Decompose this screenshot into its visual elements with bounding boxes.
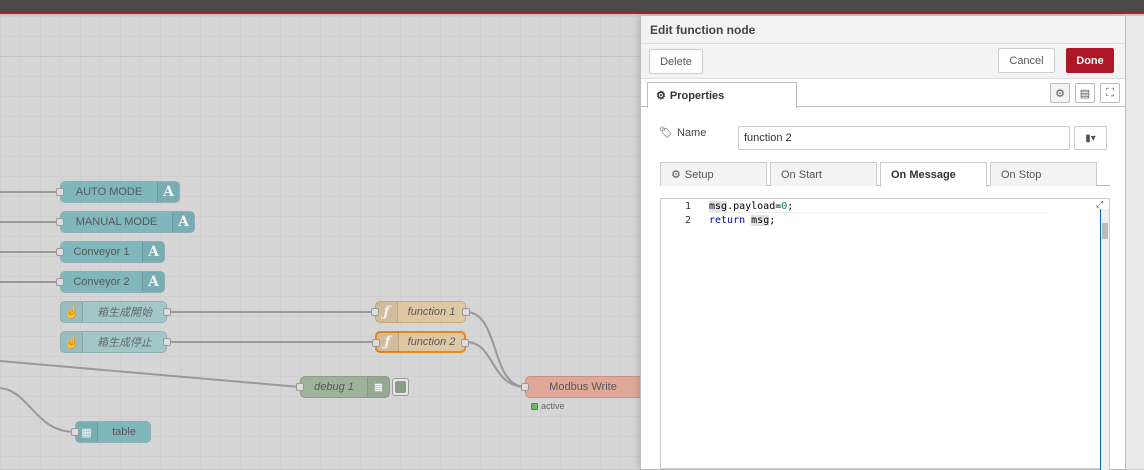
node-label: table	[112, 426, 136, 438]
node-function-2[interactable]: ƒ function 2	[372, 331, 469, 353]
name-field[interactable]: function 2	[738, 126, 1070, 150]
panel-button-bar: Delete Cancel Done	[641, 44, 1125, 79]
text-icon: A	[172, 212, 194, 232]
tab-label: On Start	[781, 168, 822, 181]
line-number: 2	[684, 215, 691, 226]
table-icon: ▦	[76, 422, 98, 442]
node-label: function 2	[407, 336, 456, 348]
input-port[interactable]	[296, 383, 304, 391]
node-function-1[interactable]: ƒ function 1	[371, 301, 470, 323]
scroll-thumb[interactable]	[1102, 223, 1108, 239]
node-label: debug 1	[314, 381, 354, 393]
node-inject-stop[interactable]: ☝ 箱生成停止	[60, 331, 171, 353]
book-icon: ▮▾	[1085, 132, 1096, 144]
node-label: 箱生成開始	[97, 307, 152, 319]
list-icon: ≣	[367, 377, 389, 397]
tab-label: On Stop	[1001, 168, 1042, 181]
modbus-status: active	[531, 401, 565, 411]
name-menu-button[interactable]: ▮▾	[1074, 126, 1107, 150]
top-bar	[0, 0, 1144, 14]
debug-toggle-button[interactable]	[392, 378, 409, 396]
input-port[interactable]	[56, 218, 64, 226]
tag-icon: 🏷	[659, 127, 673, 139]
panel-tabbar: ⚙ Properties ⚙ ▤ ⛶	[641, 82, 1126, 108]
status-dot-icon	[531, 402, 538, 410]
appearance-button[interactable]: ⛶	[1100, 83, 1120, 103]
tab-setup[interactable]: ⚙ Setup	[660, 162, 767, 186]
node-manual-mode[interactable]: MANUAL MODE A	[56, 211, 195, 233]
tab-on-message[interactable]: On Message	[880, 162, 987, 187]
editor-scrollbar[interactable]	[1100, 209, 1109, 470]
input-port[interactable]	[56, 248, 64, 256]
node-debug-1[interactable]: debug 1 ≣	[296, 376, 390, 398]
node-inject-start[interactable]: ☝ 箱生成開始	[60, 301, 171, 323]
tab-label: Properties	[669, 89, 725, 102]
code-line-2[interactable]: return msg;	[709, 215, 775, 226]
node-table[interactable]: ▦ table	[71, 421, 151, 443]
flow-workspace[interactable]: AUTO MODE A MANUAL MODE A Conveyor 1 A C…	[0, 16, 640, 469]
node-conveyor-1[interactable]: Conveyor 1 A	[56, 241, 165, 263]
hand-icon[interactable]: ☝	[61, 302, 83, 322]
gear-icon: ⚙	[671, 169, 681, 181]
status-text: active	[541, 401, 565, 411]
text-icon: A	[157, 182, 179, 202]
node-label: Conveyor 1	[73, 246, 130, 258]
input-port[interactable]	[372, 339, 380, 347]
cancel-button[interactable]: Cancel	[998, 48, 1055, 73]
code-line-1[interactable]: msg.payload=0;	[709, 201, 1049, 213]
input-port[interactable]	[71, 428, 79, 436]
name-label-row: 🏷 Name	[659, 126, 707, 140]
output-port[interactable]	[461, 339, 469, 347]
function-icon: ƒ	[376, 302, 398, 322]
gear-icon: ⚙	[1055, 87, 1065, 100]
description-button[interactable]: ▤	[1075, 83, 1095, 103]
function-subtabs: ⚙ Setup On Start On Message On Stop	[660, 162, 1110, 187]
hand-icon[interactable]: ☝	[61, 332, 83, 352]
tab-on-start[interactable]: On Start	[770, 162, 877, 186]
node-label: 箱生成停止	[97, 337, 152, 349]
node-auto-mode[interactable]: AUTO MODE A	[56, 181, 180, 203]
panel-title: Edit function node	[641, 16, 1125, 44]
line-number: 1	[684, 201, 691, 212]
tab-label: Setup	[684, 168, 714, 181]
node-label: Modbus Write	[549, 381, 617, 393]
text-icon: A	[142, 272, 164, 292]
node-label: Conveyor 2	[73, 276, 130, 288]
delete-button[interactable]: Delete	[649, 49, 703, 74]
node-label: function 1	[407, 306, 456, 318]
settings-gear-button[interactable]: ⚙	[1050, 83, 1070, 103]
node-label: AUTO MODE	[75, 186, 143, 198]
tab-on-stop[interactable]: On Stop	[990, 162, 1097, 186]
node-label: MANUAL MODE	[75, 216, 158, 228]
line-gutter: 1 2	[661, 199, 697, 468]
expand-icon: ⛶	[1106, 86, 1114, 99]
function-icon: ƒ	[377, 332, 399, 352]
input-port[interactable]	[521, 383, 529, 391]
input-port[interactable]	[371, 308, 379, 316]
sidebar-edge[interactable]	[1125, 16, 1144, 469]
edit-node-panel: Edit function node Delete Cancel Done ⚙ …	[640, 16, 1126, 470]
output-port[interactable]	[163, 308, 171, 316]
code-editor[interactable]: 1 2 msg.payload=0; return msg; ⤢	[660, 198, 1110, 470]
text-icon: A	[142, 242, 164, 262]
input-port[interactable]	[56, 188, 64, 196]
tab-label: On Message	[891, 169, 956, 181]
tab-properties[interactable]: ⚙ Properties	[647, 82, 797, 108]
node-conveyor-2[interactable]: Conveyor 2 A	[56, 271, 165, 293]
name-label: Name	[676, 126, 707, 139]
output-port[interactable]	[163, 338, 171, 346]
node-modbus-write[interactable]: Modbus Write	[521, 376, 640, 398]
done-button[interactable]: Done	[1066, 48, 1114, 73]
output-port[interactable]	[462, 308, 470, 316]
input-port[interactable]	[56, 278, 64, 286]
gear-icon: ⚙	[656, 90, 666, 102]
description-icon: ▤	[1079, 87, 1091, 100]
